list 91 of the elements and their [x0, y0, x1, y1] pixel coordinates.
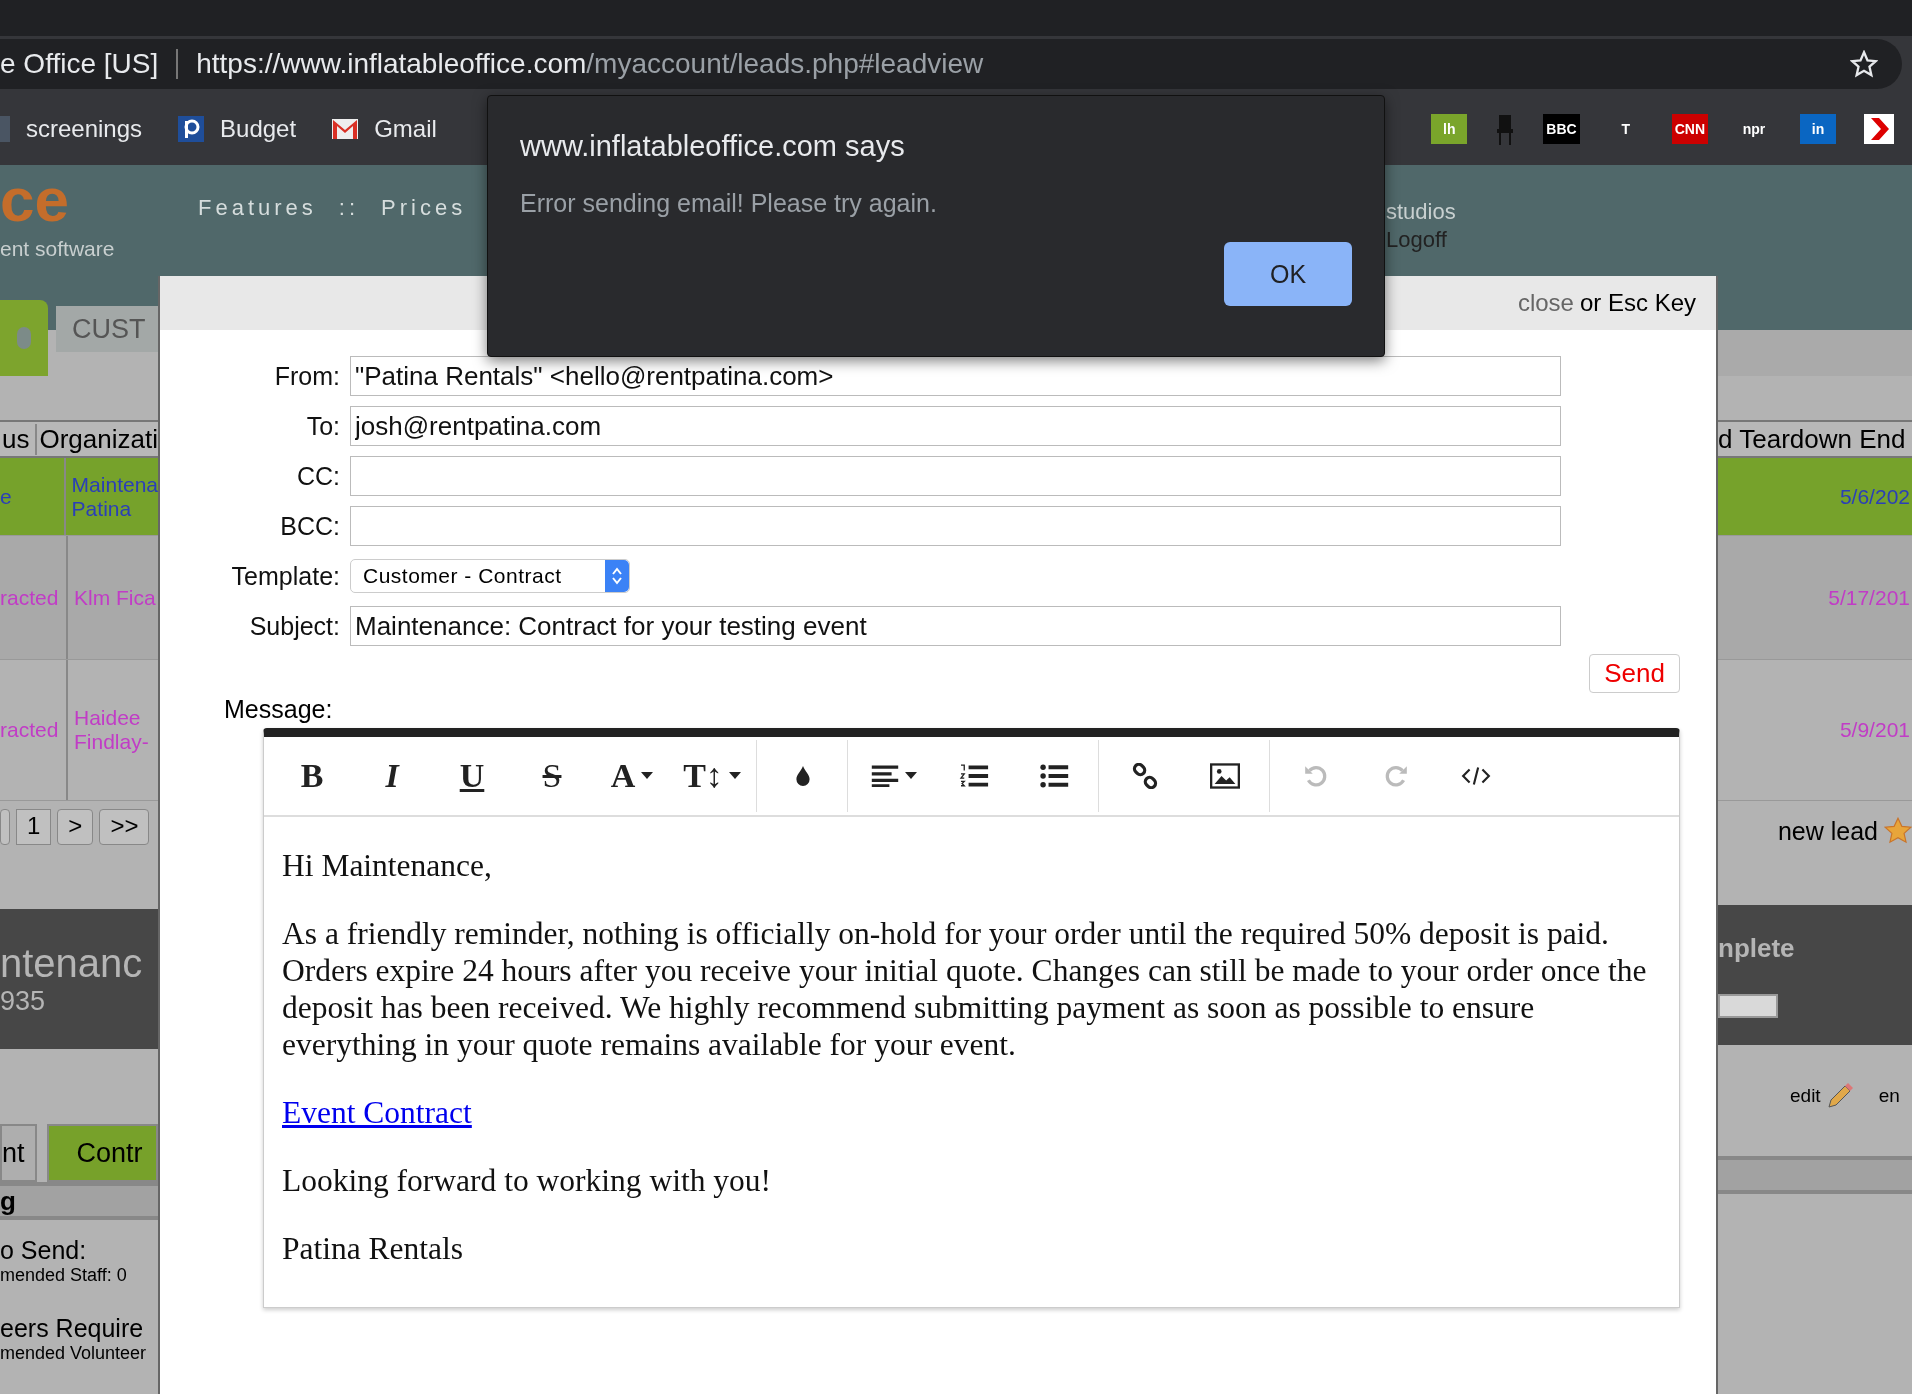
address-bar[interactable]: e Office [US] https://www.inflatableoffice.com/myaccount/leads.php#leadview [0, 39, 1902, 89]
image-icon [1210, 763, 1240, 789]
toolbar-button[interactable]: U [432, 746, 512, 806]
table-cell: Findlay- [74, 730, 149, 754]
field-label: Template: [230, 561, 340, 591]
info-detail: mended Staff: 0 [0, 1265, 128, 1286]
envelope-icon [332, 118, 359, 139]
table-cell-text: racted [0, 585, 60, 610]
table-cell-text: Haidee [74, 706, 142, 730]
banner-subtitle: 935 [0, 986, 47, 1017]
status-text: new lead [1777, 816, 1878, 846]
banner-title: nplete [1718, 932, 1796, 964]
column-header: us [0, 423, 38, 455]
drop-icon [795, 765, 811, 787]
table-cell: 5/9/201 [1839, 718, 1910, 742]
toolbar-button[interactable]: S [512, 746, 592, 806]
tagline: ent software [0, 237, 116, 261]
page-button[interactable]: > [57, 809, 94, 845]
info-title: o Send: [0, 1236, 88, 1265]
p-logo-icon [178, 115, 205, 142]
logo-text: ce [0, 165, 69, 235]
message-paragraph: Patina Rentals [282, 1230, 465, 1267]
info-detail: mended Volunteer [0, 1343, 148, 1364]
toolbar-button[interactable]: T↕ [672, 746, 752, 806]
bookmark-logo[interactable]: CNN [1671, 113, 1708, 144]
message-paragraph: Looking forward to working with you! [282, 1162, 773, 1199]
field-label: Subject: [248, 611, 340, 641]
bookmark-logo[interactable]: in [1800, 113, 1836, 144]
bookmark[interactable]: screenings [0, 114, 143, 143]
bookmark-logo[interactable]: BBC [1543, 113, 1580, 144]
star-icon[interactable] [1850, 50, 1878, 78]
table-cell-text: e [0, 484, 13, 509]
message-paragraph: Hi Maintenance, [282, 847, 493, 884]
alert-message: Error sending email! Please try again. [520, 189, 938, 218]
link-icon [1132, 763, 1158, 789]
contract-link[interactable]: Event Contract [282, 1095, 472, 1130]
input-field[interactable]: josh@rentpatina.com [350, 406, 1561, 446]
input-field[interactable] [350, 456, 1561, 496]
toolbar-button[interactable]: A [592, 746, 672, 806]
field-label: To: [305, 411, 340, 441]
rich-text-editor[interactable] [263, 728, 1680, 1308]
field-label: From: [273, 361, 340, 391]
field-label: CC: [295, 461, 340, 491]
message-paragraph: As a friendly reminder, nothing is officially on-hold for your order until the required 50% deposit is paid. Orders expire 24 hours after you receive your initial quote. Changes can still be made to your order once the deposit has been received. We highly recommend submitting payment as soon as possible to ensure everything in your quote remains available for your event. [282, 915, 1648, 1063]
section-tab[interactable]: nt [0, 1124, 37, 1182]
toolbar-button[interactable]: I [352, 746, 432, 806]
field-label: Message: [224, 695, 334, 724]
close-hint: or Esc Key [1579, 289, 1696, 317]
numbered-list-icon [959, 763, 989, 789]
align-left-icon [871, 765, 899, 787]
up-down-arrows-icon [611, 566, 623, 586]
ok-button[interactable]: OK [1224, 242, 1352, 306]
bookmark[interactable]: Gmail [332, 114, 437, 143]
star-icon [1884, 817, 1912, 845]
input-field[interactable]: Maintenance: Contract for your testing event [350, 606, 1561, 646]
table-cell: 5/6/202 [1839, 484, 1910, 509]
info-title: eers Require [0, 1314, 145, 1343]
table-cell: Klm Fica [74, 585, 156, 610]
table-cell: Maintena [71, 472, 158, 497]
redo-icon [1383, 763, 1409, 789]
section-heading: g [0, 1185, 16, 1217]
alert-title: www.inflatableoffice.com says [520, 130, 906, 163]
undo-icon [1303, 763, 1329, 789]
url-text: https://www.inflatableoffice.com/myaccount/leads.php#leadview [196, 48, 985, 80]
favicon [0, 115, 10, 142]
banner-title: ntenanc [0, 941, 144, 986]
table-cell-text: racted [0, 718, 60, 742]
edit-link[interactable]: edit [1790, 1085, 1821, 1107]
column-header: d Teardown End [1718, 420, 1912, 458]
nav-link[interactable]: :: [338, 195, 360, 221]
page-button[interactable]: >> [99, 809, 150, 845]
section-tab[interactable]: Contr [46, 1124, 158, 1182]
input-field[interactable] [350, 506, 1561, 546]
code-icon [1461, 764, 1491, 788]
edit-link[interactable]: en [1878, 1085, 1900, 1107]
bookmark[interactable]: Budget [178, 114, 297, 143]
input-field[interactable]: "Patina Rentals" <hello@rentpatina.com> [350, 356, 1561, 396]
chevron-icon[interactable] [1864, 113, 1894, 144]
bullet-list-icon [1039, 764, 1069, 788]
header-link[interactable]: studios [1386, 199, 1486, 225]
table-cell: 5/17/201 [1828, 585, 1910, 610]
nav-link[interactable]: Features [198, 195, 317, 221]
template-select[interactable]: Customer - Contract [350, 559, 630, 593]
field-label: BCC: [279, 511, 340, 541]
site-label: e Office [US] [0, 48, 159, 80]
close-link[interactable]: close [1517, 289, 1574, 317]
nav-link[interactable]: Prices [381, 195, 467, 221]
toolbar-button[interactable]: B [272, 746, 352, 806]
table-cell-text: Patina [71, 496, 133, 521]
send-button[interactable]: Send [1589, 654, 1680, 693]
page-button[interactable]: 1 [16, 809, 52, 845]
